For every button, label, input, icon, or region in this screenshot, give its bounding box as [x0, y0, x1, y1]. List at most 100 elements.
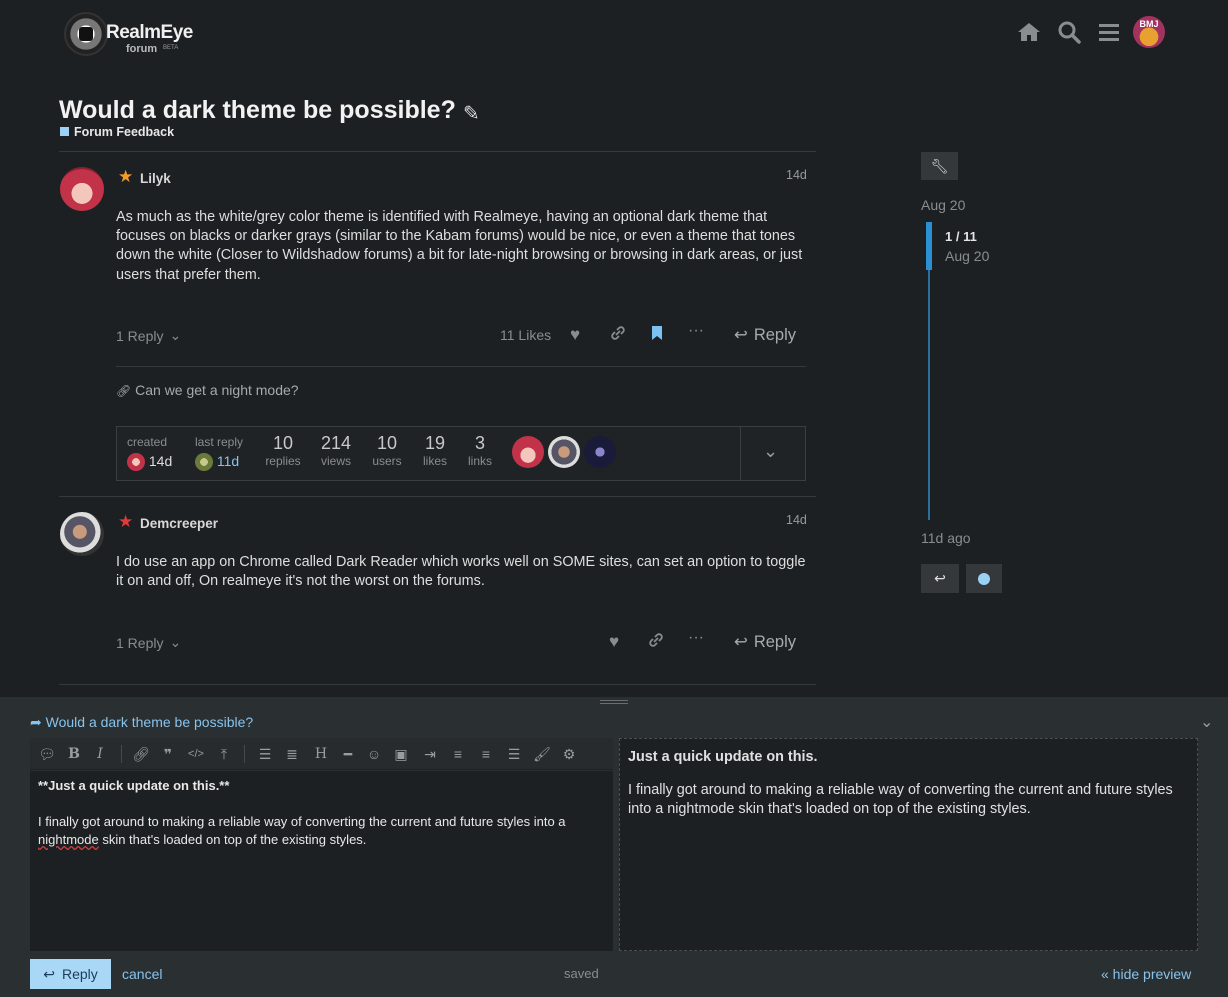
chevron-down-icon: ⌄ [169, 634, 182, 650]
composer-reply-to[interactable]: ➦ Would a dark theme be possible? [30, 714, 253, 731]
divider [116, 366, 806, 367]
bookmark-icon[interactable] [651, 325, 663, 341]
stat-label: users [372, 454, 402, 468]
timeline-start-date[interactable]: Aug 20 [921, 197, 965, 213]
hyperlink-icon[interactable]: 🔗︎ [130, 743, 152, 765]
timeline-end-label[interactable]: 11d ago [921, 530, 971, 546]
replies-toggle[interactable]: 1 Reply ⌄ [116, 634, 181, 651]
home-icon[interactable] [1016, 19, 1042, 45]
reply-arrow-icon: ↩ [734, 326, 748, 344]
post-date[interactable]: 14d [786, 513, 807, 527]
category-link[interactable]: Forum Feedback [74, 125, 174, 139]
post-username[interactable]: Lilyk [140, 171, 171, 186]
align-center-icon[interactable]: ≡ [447, 743, 469, 765]
reply-editor-textarea[interactable]: **Just a quick update on this.** I final… [30, 771, 613, 951]
align-right-icon[interactable]: ≡ [475, 743, 497, 765]
justify-icon[interactable]: ☰ [503, 743, 525, 765]
image-icon[interactable]: ▣ [390, 743, 412, 765]
submit-reply-button[interactable]: ↩ Reply [30, 959, 111, 989]
horizontal-rule-icon[interactable]: ━ [337, 743, 359, 765]
cancel-link[interactable]: cancel [122, 966, 162, 982]
timeline-reply-button[interactable]: ↩ [921, 564, 959, 593]
indent-icon[interactable]: ⇥ [419, 743, 441, 765]
stat-views: 214 views [316, 433, 356, 468]
stat-likes: 19 likes [415, 433, 455, 468]
gear-icon[interactable]: ⚙ [558, 743, 580, 765]
bullet-list-icon[interactable]: ☰ [254, 743, 276, 765]
last-reply-avatar [195, 453, 213, 472]
timeline-position: 1 / 11 [945, 229, 977, 244]
reply-share-arrow-icon: ➦ [30, 714, 42, 730]
draft-status: saved [564, 966, 599, 981]
reply-arrow-icon: ↩ [934, 570, 946, 586]
editor-line-body: I finally got around to making a reliabl… [38, 814, 566, 829]
likes-count[interactable]: 11 Likes [500, 327, 551, 343]
heart-icon[interactable]: ♥ [570, 325, 580, 345]
bold-icon[interactable]: B [63, 743, 85, 765]
reply-button[interactable]: ↩ Reply [734, 325, 796, 345]
post-body: I do use an app on Chrome called Dark Re… [116, 554, 806, 590]
hamburger-menu-icon[interactable] [1096, 19, 1122, 45]
divider [59, 496, 816, 497]
link-icon: 🔗︎ [116, 384, 132, 398]
topic-title: Would a dark theme be possible? [59, 96, 456, 124]
editor-line-body-rest: skin that's loaded on top of the existin… [98, 832, 367, 847]
divider [59, 151, 816, 152]
edit-pencil-icon[interactable]: ✎ [463, 101, 480, 126]
notification-level-button[interactable] [966, 564, 1002, 593]
reply-label: Reply [753, 632, 797, 651]
divider [740, 427, 741, 480]
heart-icon[interactable]: ♥ [609, 632, 619, 652]
quote-bubble-icon[interactable]: 💬︎ [36, 743, 58, 765]
star-badge-icon: ★ [118, 167, 134, 186]
composer-resize-grip[interactable] [600, 700, 628, 704]
created-label: created [127, 435, 168, 449]
collapse-composer-chevron-icon[interactable]: ⌄ [1200, 712, 1213, 732]
reply-button[interactable]: ↩ Reply [734, 632, 796, 652]
hide-preview-link[interactable]: « hide preview [1101, 966, 1191, 982]
upload-icon[interactable]: ⤒ [213, 743, 235, 765]
emoji-icon[interactable]: ☺ [363, 743, 385, 765]
heading-icon[interactable]: H [310, 743, 332, 765]
last-reply-label: last reply [195, 435, 244, 449]
stat-value: 10 [272, 433, 294, 453]
created-block[interactable]: created 14d [127, 435, 172, 472]
code-icon[interactable]: </> [185, 743, 207, 765]
preview-body: I finally got around to making a reliabl… [628, 782, 1173, 818]
admin-wrench-button[interactable]: 🔧︎ [921, 152, 958, 180]
stat-label: likes [422, 454, 447, 468]
participant-avatar[interactable] [512, 436, 544, 468]
expand-map-chevron-icon[interactable]: ⌄ [763, 441, 778, 462]
last-reply-value: 11d [216, 453, 240, 469]
post-avatar[interactable] [60, 512, 104, 556]
blockquote-icon[interactable]: ❞ [157, 743, 179, 765]
stat-replies: 10 replies [263, 433, 303, 468]
post-date[interactable]: 14d [786, 168, 807, 182]
numbered-list-icon[interactable]: ≣ [281, 743, 303, 765]
last-reply-block[interactable]: last reply 11d [195, 435, 244, 472]
editor-line-heading: **Just a quick update on this.** [38, 778, 230, 793]
timeline-scroller-handle[interactable] [926, 222, 932, 270]
more-options-icon[interactable]: ··· [688, 629, 704, 647]
star-badge-icon: ★ [118, 512, 134, 531]
brand-name: RealmEye [106, 22, 193, 43]
share-link-icon[interactable] [648, 632, 664, 648]
italic-icon[interactable]: I [89, 743, 111, 765]
participant-avatar[interactable] [584, 436, 616, 468]
user-avatar[interactable]: BMJ [1133, 16, 1165, 48]
stat-value: 19 [424, 433, 446, 453]
chevron-down-icon: ⌄ [169, 327, 182, 343]
replies-toggle[interactable]: 1 Reply ⌄ [116, 327, 181, 344]
post-avatar[interactable] [60, 167, 104, 211]
brand-sub: forum [126, 43, 158, 55]
participant-avatar[interactable] [548, 436, 580, 468]
share-link-icon[interactable] [610, 325, 626, 341]
more-options-icon[interactable]: ··· [688, 322, 704, 340]
post-username[interactable]: Demcreeper [140, 516, 218, 531]
paintbrush-icon[interactable]: 🖌︎ [531, 743, 553, 765]
toolbar-separator [244, 745, 245, 763]
logo-pupil [79, 27, 93, 41]
search-icon[interactable] [1056, 19, 1082, 45]
wrench-icon: 🔧︎ [930, 157, 949, 174]
linked-topic[interactable]: 🔗︎ Can we get a night mode? [116, 382, 299, 398]
